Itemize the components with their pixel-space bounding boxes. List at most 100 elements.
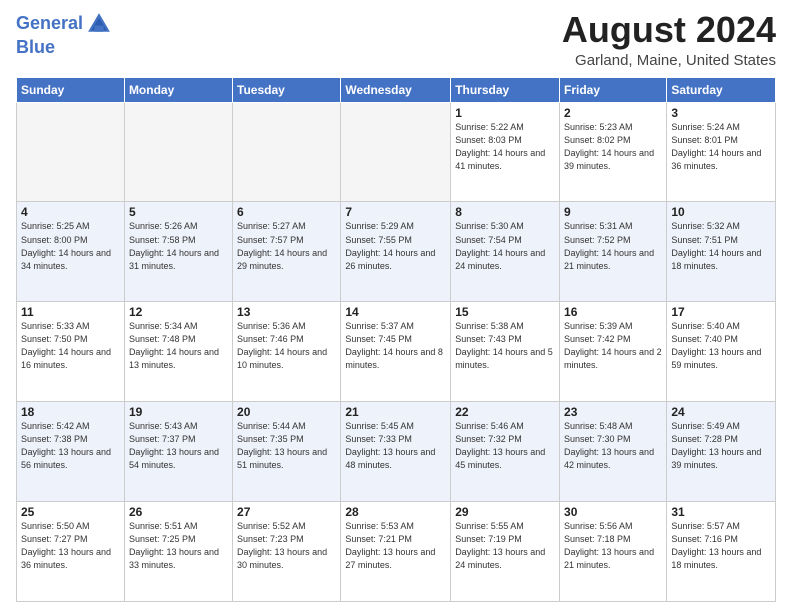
calendar-cell: 18Sunrise: 5:42 AMSunset: 7:38 PMDayligh… bbox=[17, 402, 125, 502]
calendar-cell: 28Sunrise: 5:53 AMSunset: 7:21 PMDayligh… bbox=[341, 502, 451, 602]
calendar-cell: 17Sunrise: 5:40 AMSunset: 7:40 PMDayligh… bbox=[667, 302, 776, 402]
calendar-cell: 29Sunrise: 5:55 AMSunset: 7:19 PMDayligh… bbox=[451, 502, 560, 602]
day-number: 27 bbox=[237, 505, 336, 519]
day-info: Sunrise: 5:39 AMSunset: 7:42 PMDaylight:… bbox=[564, 320, 662, 372]
calendar-cell: 8Sunrise: 5:30 AMSunset: 7:54 PMDaylight… bbox=[451, 202, 560, 302]
logo: General Blue bbox=[16, 10, 113, 58]
calendar-cell: 6Sunrise: 5:27 AMSunset: 7:57 PMDaylight… bbox=[233, 202, 341, 302]
day-number: 5 bbox=[129, 205, 228, 219]
day-info: Sunrise: 5:22 AMSunset: 8:03 PMDaylight:… bbox=[455, 121, 555, 173]
day-number: 6 bbox=[237, 205, 336, 219]
weekday-header-sunday: Sunday bbox=[17, 77, 125, 102]
day-info: Sunrise: 5:29 AMSunset: 7:55 PMDaylight:… bbox=[345, 220, 446, 272]
calendar-cell: 5Sunrise: 5:26 AMSunset: 7:58 PMDaylight… bbox=[124, 202, 232, 302]
calendar-cell: 19Sunrise: 5:43 AMSunset: 7:37 PMDayligh… bbox=[124, 402, 232, 502]
day-info: Sunrise: 5:52 AMSunset: 7:23 PMDaylight:… bbox=[237, 520, 336, 572]
logo-text: General bbox=[16, 14, 83, 34]
title-block: August 2024 Garland, Maine, United State… bbox=[562, 10, 776, 69]
day-info: Sunrise: 5:33 AMSunset: 7:50 PMDaylight:… bbox=[21, 320, 120, 372]
day-number: 26 bbox=[129, 505, 228, 519]
day-info: Sunrise: 5:44 AMSunset: 7:35 PMDaylight:… bbox=[237, 420, 336, 472]
calendar-cell bbox=[17, 102, 125, 202]
calendar-cell: 1Sunrise: 5:22 AMSunset: 8:03 PMDaylight… bbox=[451, 102, 560, 202]
calendar-cell: 11Sunrise: 5:33 AMSunset: 7:50 PMDayligh… bbox=[17, 302, 125, 402]
day-number: 24 bbox=[671, 405, 771, 419]
day-number: 25 bbox=[21, 505, 120, 519]
header: General Blue August 2024 Garland, Maine,… bbox=[16, 10, 776, 69]
calendar-cell bbox=[124, 102, 232, 202]
calendar-cell: 12Sunrise: 5:34 AMSunset: 7:48 PMDayligh… bbox=[124, 302, 232, 402]
day-info: Sunrise: 5:50 AMSunset: 7:27 PMDaylight:… bbox=[21, 520, 120, 572]
day-number: 22 bbox=[455, 405, 555, 419]
calendar-cell bbox=[341, 102, 451, 202]
day-number: 3 bbox=[671, 106, 771, 120]
day-number: 2 bbox=[564, 106, 662, 120]
calendar-cell: 10Sunrise: 5:32 AMSunset: 7:51 PMDayligh… bbox=[667, 202, 776, 302]
day-info: Sunrise: 5:27 AMSunset: 7:57 PMDaylight:… bbox=[237, 220, 336, 272]
day-info: Sunrise: 5:23 AMSunset: 8:02 PMDaylight:… bbox=[564, 121, 662, 173]
calendar-week-3: 11Sunrise: 5:33 AMSunset: 7:50 PMDayligh… bbox=[17, 302, 776, 402]
calendar-cell bbox=[233, 102, 341, 202]
day-info: Sunrise: 5:57 AMSunset: 7:16 PMDaylight:… bbox=[671, 520, 771, 572]
day-number: 12 bbox=[129, 305, 228, 319]
day-info: Sunrise: 5:25 AMSunset: 8:00 PMDaylight:… bbox=[21, 220, 120, 272]
calendar-week-5: 25Sunrise: 5:50 AMSunset: 7:27 PMDayligh… bbox=[17, 502, 776, 602]
day-number: 8 bbox=[455, 205, 555, 219]
day-number: 15 bbox=[455, 305, 555, 319]
day-info: Sunrise: 5:51 AMSunset: 7:25 PMDaylight:… bbox=[129, 520, 228, 572]
month-title: August 2024 bbox=[562, 10, 776, 50]
calendar-week-1: 1Sunrise: 5:22 AMSunset: 8:03 PMDaylight… bbox=[17, 102, 776, 202]
day-number: 29 bbox=[455, 505, 555, 519]
day-info: Sunrise: 5:45 AMSunset: 7:33 PMDaylight:… bbox=[345, 420, 446, 472]
weekday-header-saturday: Saturday bbox=[667, 77, 776, 102]
day-info: Sunrise: 5:48 AMSunset: 7:30 PMDaylight:… bbox=[564, 420, 662, 472]
calendar-cell: 14Sunrise: 5:37 AMSunset: 7:45 PMDayligh… bbox=[341, 302, 451, 402]
calendar-cell: 7Sunrise: 5:29 AMSunset: 7:55 PMDaylight… bbox=[341, 202, 451, 302]
logo-blue: Blue bbox=[16, 38, 113, 58]
day-number: 9 bbox=[564, 205, 662, 219]
weekday-header-wednesday: Wednesday bbox=[341, 77, 451, 102]
day-info: Sunrise: 5:31 AMSunset: 7:52 PMDaylight:… bbox=[564, 220, 662, 272]
calendar-week-2: 4Sunrise: 5:25 AMSunset: 8:00 PMDaylight… bbox=[17, 202, 776, 302]
calendar-cell: 25Sunrise: 5:50 AMSunset: 7:27 PMDayligh… bbox=[17, 502, 125, 602]
day-number: 14 bbox=[345, 305, 446, 319]
day-number: 31 bbox=[671, 505, 771, 519]
day-number: 28 bbox=[345, 505, 446, 519]
day-info: Sunrise: 5:32 AMSunset: 7:51 PMDaylight:… bbox=[671, 220, 771, 272]
calendar-cell: 20Sunrise: 5:44 AMSunset: 7:35 PMDayligh… bbox=[233, 402, 341, 502]
day-number: 16 bbox=[564, 305, 662, 319]
day-number: 18 bbox=[21, 405, 120, 419]
day-number: 19 bbox=[129, 405, 228, 419]
day-info: Sunrise: 5:36 AMSunset: 7:46 PMDaylight:… bbox=[237, 320, 336, 372]
day-number: 11 bbox=[21, 305, 120, 319]
calendar-cell: 2Sunrise: 5:23 AMSunset: 8:02 PMDaylight… bbox=[560, 102, 667, 202]
calendar-cell: 3Sunrise: 5:24 AMSunset: 8:01 PMDaylight… bbox=[667, 102, 776, 202]
calendar-cell: 30Sunrise: 5:56 AMSunset: 7:18 PMDayligh… bbox=[560, 502, 667, 602]
calendar-cell: 21Sunrise: 5:45 AMSunset: 7:33 PMDayligh… bbox=[341, 402, 451, 502]
weekday-header-monday: Monday bbox=[124, 77, 232, 102]
day-number: 13 bbox=[237, 305, 336, 319]
day-number: 10 bbox=[671, 205, 771, 219]
calendar-cell: 4Sunrise: 5:25 AMSunset: 8:00 PMDaylight… bbox=[17, 202, 125, 302]
day-info: Sunrise: 5:42 AMSunset: 7:38 PMDaylight:… bbox=[21, 420, 120, 472]
day-number: 1 bbox=[455, 106, 555, 120]
calendar-cell: 31Sunrise: 5:57 AMSunset: 7:16 PMDayligh… bbox=[667, 502, 776, 602]
day-info: Sunrise: 5:49 AMSunset: 7:28 PMDaylight:… bbox=[671, 420, 771, 472]
location-title: Garland, Maine, United States bbox=[562, 52, 776, 69]
day-info: Sunrise: 5:40 AMSunset: 7:40 PMDaylight:… bbox=[671, 320, 771, 372]
day-number: 4 bbox=[21, 205, 120, 219]
page: General Blue August 2024 Garland, Maine,… bbox=[0, 0, 792, 612]
calendar-week-4: 18Sunrise: 5:42 AMSunset: 7:38 PMDayligh… bbox=[17, 402, 776, 502]
day-info: Sunrise: 5:30 AMSunset: 7:54 PMDaylight:… bbox=[455, 220, 555, 272]
weekday-header-row: SundayMondayTuesdayWednesdayThursdayFrid… bbox=[17, 77, 776, 102]
calendar-cell: 23Sunrise: 5:48 AMSunset: 7:30 PMDayligh… bbox=[560, 402, 667, 502]
day-number: 21 bbox=[345, 405, 446, 419]
day-info: Sunrise: 5:56 AMSunset: 7:18 PMDaylight:… bbox=[564, 520, 662, 572]
day-info: Sunrise: 5:26 AMSunset: 7:58 PMDaylight:… bbox=[129, 220, 228, 272]
logo-icon bbox=[85, 10, 113, 38]
day-info: Sunrise: 5:46 AMSunset: 7:32 PMDaylight:… bbox=[455, 420, 555, 472]
calendar-cell: 26Sunrise: 5:51 AMSunset: 7:25 PMDayligh… bbox=[124, 502, 232, 602]
day-info: Sunrise: 5:53 AMSunset: 7:21 PMDaylight:… bbox=[345, 520, 446, 572]
day-info: Sunrise: 5:34 AMSunset: 7:48 PMDaylight:… bbox=[129, 320, 228, 372]
day-number: 20 bbox=[237, 405, 336, 419]
